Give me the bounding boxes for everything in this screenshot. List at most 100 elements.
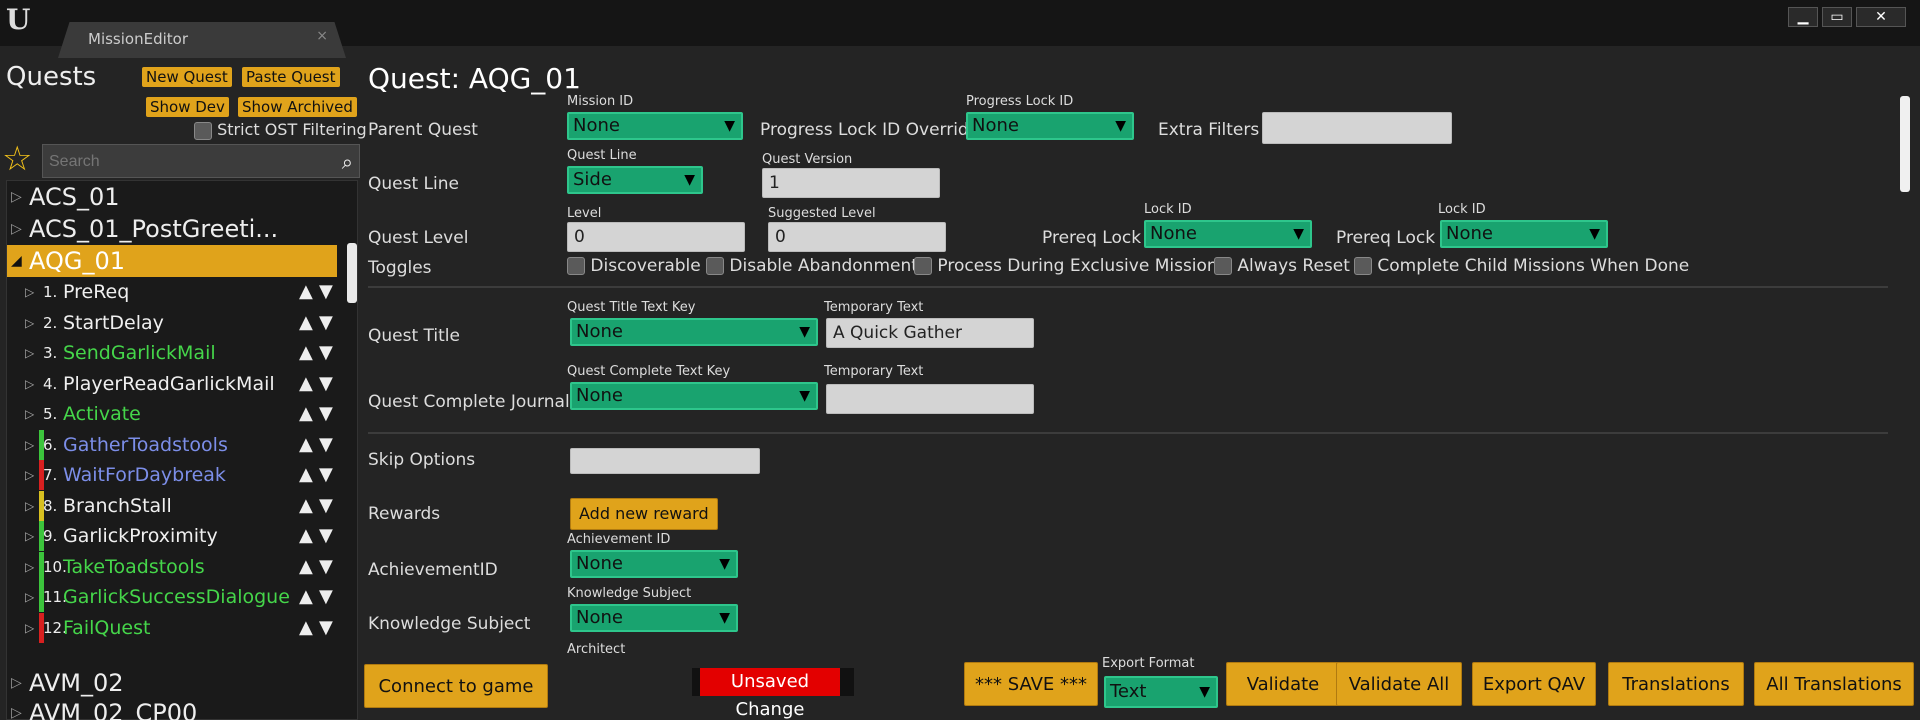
expand-arrow-icon[interactable]: ▷	[11, 181, 22, 213]
expand-arrow-icon[interactable]: ▷	[11, 697, 22, 720]
quest-step-item[interactable]: ▷ 8. BranchStall ▲ ▼	[7, 490, 347, 521]
expand-arrow-icon[interactable]: ▷	[11, 213, 22, 245]
collapse-arrow-icon[interactable]: ◢	[11, 245, 22, 277]
checkbox[interactable]	[706, 257, 724, 275]
quest-search[interactable]: ⌕	[42, 144, 360, 178]
show-dev-button[interactable]: Show Dev	[146, 97, 229, 117]
expand-arrow-icon[interactable]: ▷	[25, 491, 34, 521]
move-up-icon[interactable]: ▲	[299, 399, 313, 429]
move-down-icon[interactable]: ▼	[319, 338, 333, 368]
expand-arrow-icon[interactable]: ▷	[25, 338, 34, 368]
toggle-disable-abandonment[interactable]: Disable Abandonment	[706, 256, 918, 276]
move-down-icon[interactable]: ▼	[319, 308, 333, 338]
prereq-lock-2-dropdown[interactable]: None ▼	[1440, 220, 1608, 248]
checkbox[interactable]	[1354, 257, 1372, 275]
paste-quest-button[interactable]: Paste Quest	[242, 67, 340, 87]
tab-mission-editor[interactable]: MissionEditor ×	[58, 22, 346, 58]
temporary-text-input[interactable]: A Quick Gather	[826, 318, 1034, 348]
move-down-icon[interactable]: ▼	[319, 552, 333, 582]
quest-item[interactable]: ▷ AVM_02_CP00	[7, 697, 337, 720]
move-up-icon[interactable]: ▲	[299, 369, 313, 399]
move-down-icon[interactable]: ▼	[319, 460, 333, 490]
move-up-icon[interactable]: ▲	[299, 552, 313, 582]
expand-arrow-icon[interactable]: ▷	[25, 430, 34, 460]
show-archived-button[interactable]: Show Archived	[238, 97, 357, 117]
move-down-icon[interactable]: ▼	[319, 430, 333, 460]
move-down-icon[interactable]: ▼	[319, 521, 333, 551]
quest-step-item[interactable]: ▷ 3. SendGarlickMail ▲ ▼	[7, 338, 347, 368]
quest-version-input[interactable]: 1	[762, 168, 940, 198]
quest-item[interactable]: ▷ AVM_02	[7, 667, 337, 699]
quest-step-item[interactable]: ▷ 9. GarlickProximity ▲ ▼	[7, 521, 347, 551]
toggle-always-reset[interactable]: Always Reset	[1214, 256, 1350, 276]
toggle-discoverable[interactable]: Discoverable	[567, 256, 701, 276]
checkbox[interactable]	[1214, 257, 1232, 275]
search-input[interactable]	[49, 151, 329, 173]
quest-step-item[interactable]: ▷ 1. PreReq ▲ ▼	[7, 277, 347, 307]
temporary-text-input-2[interactable]	[826, 384, 1034, 414]
expand-arrow-icon[interactable]: ▷	[25, 552, 34, 582]
validate-all-button[interactable]: Validate All	[1336, 662, 1462, 706]
toggle-process-exclusive[interactable]: Process During Exclusive Missions	[914, 256, 1227, 276]
validate-button[interactable]: Validate	[1226, 662, 1340, 706]
level-input[interactable]: 0	[567, 222, 745, 252]
strict-ost-checkbox[interactable]	[194, 121, 212, 140]
close-icon[interactable]: ✕	[1856, 7, 1906, 27]
toggle-complete-child[interactable]: Complete Child Missions When Done	[1354, 256, 1689, 276]
quest-item[interactable]: ▷ ACS_01	[7, 181, 337, 213]
tree-scrollbar[interactable]	[347, 243, 357, 303]
suggested-level-input[interactable]: 0	[768, 222, 946, 252]
move-up-icon[interactable]: ▲	[299, 308, 313, 338]
all-translations-button[interactable]: All Translations	[1754, 662, 1914, 706]
checkbox[interactable]	[914, 257, 932, 275]
translations-button[interactable]: Translations	[1608, 662, 1744, 706]
expand-arrow-icon[interactable]: ▷	[25, 460, 34, 490]
expand-arrow-icon[interactable]: ▷	[25, 277, 34, 307]
move-up-icon[interactable]: ▲	[299, 491, 313, 521]
quest-step-item[interactable]: ▷ 11. GarlickSuccessDialogue ▲ ▼	[7, 582, 347, 612]
quest-item-selected[interactable]: ◢ AQG_01	[7, 245, 337, 277]
expand-arrow-icon[interactable]: ▷	[25, 582, 34, 612]
quest-step-item[interactable]: ▷ 6. GatherToadstools ▲ ▼	[7, 429, 347, 460]
knowledge-subject-dropdown[interactable]: None ▼	[570, 604, 738, 632]
quest-step-item[interactable]: ▷ 10. TakeToadstools ▲ ▼	[7, 551, 347, 582]
star-icon[interactable]: ☆	[2, 142, 32, 176]
tab-close-icon[interactable]: ×	[316, 28, 328, 44]
add-reward-button[interactable]: Add new reward	[570, 498, 718, 530]
maximize-icon[interactable]: ▭	[1822, 7, 1852, 27]
move-down-icon[interactable]: ▼	[319, 491, 333, 521]
save-button[interactable]: *** SAVE ***	[964, 662, 1098, 706]
move-up-icon[interactable]: ▲	[299, 430, 313, 460]
move-down-icon[interactable]: ▼	[319, 613, 333, 643]
expand-arrow-icon[interactable]: ▷	[25, 521, 34, 551]
expand-arrow-icon[interactable]: ▷	[25, 613, 34, 643]
prereq-lock-1-dropdown[interactable]: None ▼	[1144, 220, 1312, 248]
quest-step-item[interactable]: ▷ 4. PlayerReadGarlickMail ▲ ▼	[7, 369, 347, 399]
progress-lock-id-dropdown[interactable]: None ▼	[966, 112, 1134, 140]
move-up-icon[interactable]: ▲	[299, 460, 313, 490]
expand-arrow-icon[interactable]: ▷	[25, 399, 34, 429]
connect-to-game-button[interactable]: Connect to game	[364, 664, 548, 708]
quest-item[interactable]: ▷ ACS_01_PostGreeti...	[7, 213, 337, 245]
search-icon[interactable]: ⌕	[342, 150, 353, 174]
quest-step-item[interactable]: ▷ 12. FailQuest ▲ ▼	[7, 612, 347, 643]
move-down-icon[interactable]: ▼	[319, 277, 333, 307]
minimize-icon[interactable]: ▁	[1788, 7, 1818, 27]
export-qav-button[interactable]: Export QAV	[1472, 662, 1596, 706]
quest-title-key-dropdown[interactable]: None ▼	[570, 318, 818, 346]
extra-filters-input[interactable]	[1262, 112, 1452, 144]
move-up-icon[interactable]: ▲	[299, 521, 313, 551]
move-up-icon[interactable]: ▲	[299, 277, 313, 307]
strict-ost-filter[interactable]: Strict OST Filtering	[194, 120, 367, 140]
expand-arrow-icon[interactable]: ▷	[25, 308, 34, 338]
export-format-dropdown[interactable]: Text ▼	[1104, 676, 1218, 708]
quest-complete-key-dropdown[interactable]: None ▼	[570, 382, 818, 410]
move-down-icon[interactable]: ▼	[319, 369, 333, 399]
move-up-icon[interactable]: ▲	[299, 338, 313, 368]
move-down-icon[interactable]: ▼	[319, 582, 333, 612]
quest-tree[interactable]: ▷ ACS_01 ▷ ACS_01_PostGreeti... ◢ AQG_01 ▷ 1…	[6, 180, 358, 720]
move-up-icon[interactable]: ▲	[299, 613, 313, 643]
quest-step-item[interactable]: ▷ 5. Activate ▲ ▼	[7, 399, 347, 429]
new-quest-button[interactable]: New Quest	[142, 67, 232, 87]
move-down-icon[interactable]: ▼	[319, 399, 333, 429]
